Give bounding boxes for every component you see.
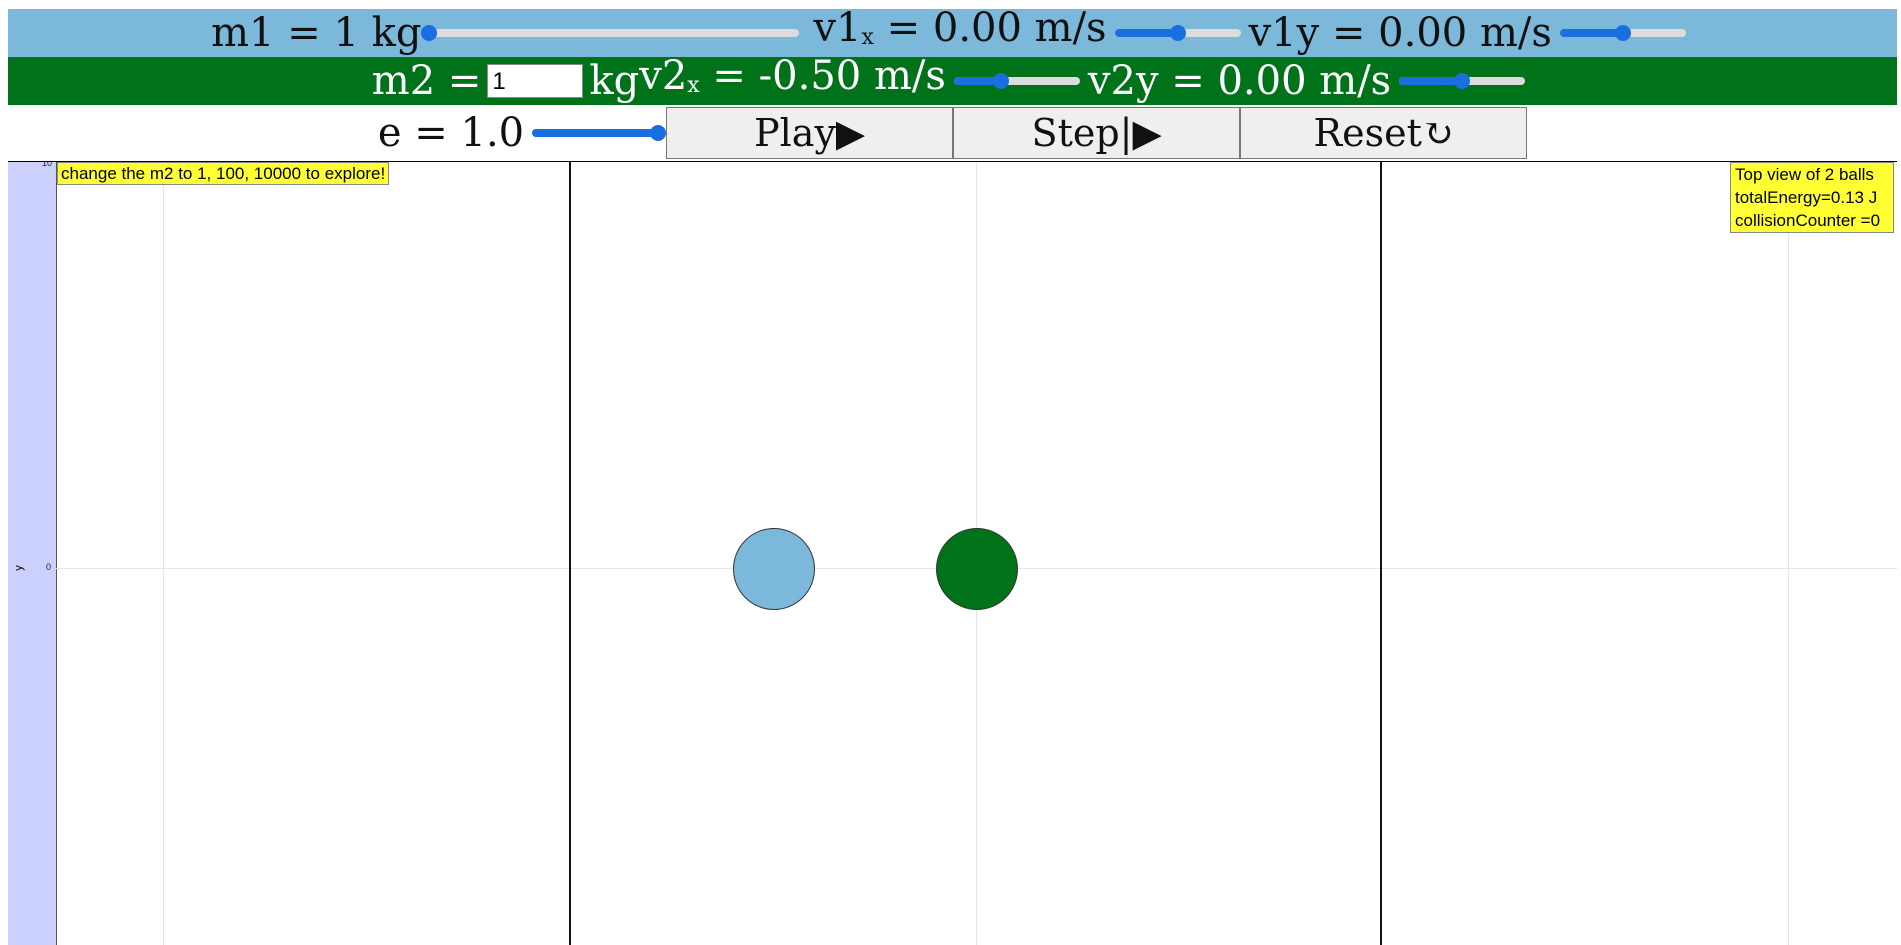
right-wall <box>1380 162 1382 945</box>
ball-1[interactable] <box>733 528 815 610</box>
v1x-slider-thumb[interactable] <box>1169 25 1186 41</box>
v1x-slider[interactable] <box>1114 25 1241 41</box>
v1y-slider[interactable] <box>1559 25 1686 41</box>
v2y-label: v2y = 0.00 m/s <box>1087 58 1392 104</box>
v1y-label: v1y = 0.00 m/s <box>1248 10 1552 56</box>
y-tick-zero: 0 <box>46 562 52 572</box>
m1-slider[interactable] <box>421 25 800 41</box>
ball-2[interactable] <box>936 528 1018 610</box>
y-axis: 10 0 y <box>8 162 57 945</box>
e-slider-thumb[interactable] <box>650 125 667 141</box>
v2x-label: v2x = -0.50 m/s <box>639 53 946 99</box>
m2-label: m2 = <box>371 58 482 104</box>
m1-label: m1 = 1 kg <box>211 10 422 56</box>
m2-input[interactable]: 1 <box>487 64 584 98</box>
v1y-slider-thumb[interactable] <box>1614 25 1631 41</box>
grid-line <box>163 162 164 945</box>
controls-row-ball1: m1 = 1 kg v1x = 0.00 m/s v1y = 0.00 m/s <box>8 5 1897 57</box>
v2x-slider-thumb[interactable] <box>993 73 1010 89</box>
simulation-canvas[interactable]: 10 0 y change the m2 to 1, 100, 10000 to… <box>8 161 1897 945</box>
m1-slider-thumb[interactable] <box>421 25 438 41</box>
grid-line <box>1788 162 1789 945</box>
info-total-energy: totalEnergy=0.13 J <box>1735 188 1878 207</box>
m2-unit: kg <box>589 58 640 104</box>
y-axis-label: y <box>12 565 25 571</box>
hint-note: change the m2 to 1, 100, 10000 to explor… <box>57 162 390 185</box>
info-title: Top view of 2 balls <box>1735 165 1874 184</box>
v2x-slider[interactable] <box>953 73 1080 89</box>
info-collision-counter: collisionCounter =0 <box>1735 211 1881 230</box>
info-panel: Top view of 2 balls totalEnergy=0.13 J c… <box>1730 162 1894 233</box>
y-tick-top: 10 <box>42 161 53 168</box>
e-label: e = 1.0 <box>377 110 525 156</box>
e-slider[interactable] <box>532 125 667 141</box>
reset-button[interactable]: Reset↻ <box>1240 107 1528 159</box>
controls-row-ball2: m2 = 1 kg v2x = -0.50 m/s v2y = 0.00 m/s <box>8 53 1897 105</box>
left-wall <box>569 162 571 945</box>
controls-row-sim: e = 1.0 Play▶ Step|▶ Reset↻ <box>8 106 1897 160</box>
play-button[interactable]: Play▶ <box>666 107 954 159</box>
v2y-slider[interactable] <box>1399 73 1526 89</box>
step-button[interactable]: Step|▶ <box>953 107 1241 159</box>
v2y-slider-thumb[interactable] <box>1454 73 1471 89</box>
